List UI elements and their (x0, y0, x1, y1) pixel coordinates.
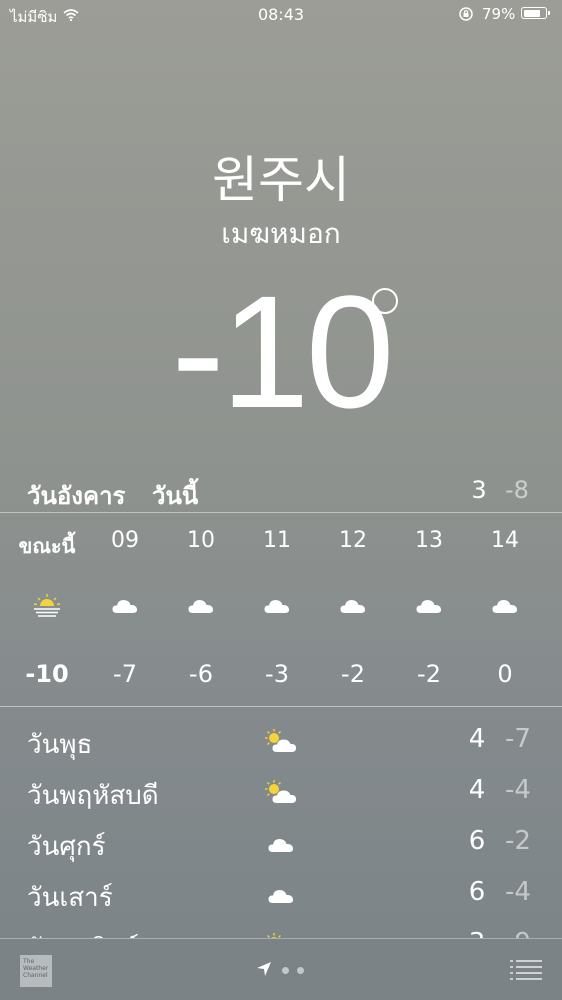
city-list-icon[interactable] (510, 959, 542, 985)
hour-label: 14 (491, 528, 519, 553)
today-low: -8 (505, 476, 529, 504)
hour-label: 13 (415, 528, 443, 553)
battery-icon (521, 7, 550, 19)
hour-temperature: -2 (341, 660, 365, 688)
day-name: วันพุธ (27, 730, 93, 760)
hour-label: 09 (111, 528, 139, 553)
cloud-icon (166, 597, 236, 619)
cloud-icon (267, 836, 295, 858)
weather-channel-logo[interactable]: The Weather Channel (20, 955, 52, 987)
cloud-icon (318, 597, 388, 619)
sunrise-icon (12, 592, 82, 622)
city-name: 원주시 (212, 151, 350, 209)
today-high: 3 (471, 476, 487, 504)
cloud-icon (470, 597, 540, 619)
battery-percent: 79% (482, 5, 516, 23)
cloud-icon (242, 597, 312, 619)
hour-label: ขณะนี้ (18, 534, 76, 558)
hour-label: 11 (263, 528, 291, 553)
partly-sunny-icon (263, 728, 297, 758)
divider (0, 706, 562, 707)
today-day-name: วันอังคาร (27, 482, 126, 510)
day-low: -2 (505, 826, 531, 856)
rotation-lock-icon (458, 6, 474, 26)
day-low: -4 (505, 775, 531, 805)
hour-label: 12 (339, 528, 367, 553)
divider (0, 512, 562, 513)
weather-condition: เมฆหมอก (221, 217, 341, 250)
page-indicator-dot[interactable] (297, 967, 304, 974)
hour-temperature: -7 (113, 660, 137, 688)
cloud-icon (267, 887, 295, 909)
day-name: วันศุกร์ (27, 832, 106, 862)
cloud-icon (394, 597, 464, 619)
clock: 08:43 (257, 5, 305, 24)
location-arrow-icon[interactable] (256, 961, 272, 981)
hour-temperature: -3 (265, 660, 289, 688)
page-indicator-dot[interactable] (282, 967, 289, 974)
today-label: วันนี้ (152, 482, 199, 510)
hour-temperature: -2 (417, 660, 441, 688)
degree-symbol (372, 288, 398, 314)
bottom-toolbar: The Weather Channel (0, 938, 562, 1000)
status-bar: ไม่มีซิม 08:43 79% (0, 0, 562, 30)
day-low: -4 (505, 877, 531, 907)
cloud-icon (90, 597, 160, 619)
hour-temperature: -10 (25, 660, 69, 688)
day-high: 4 (468, 724, 486, 754)
day-high: 6 (468, 826, 486, 856)
temperature-value: -10 (171, 262, 394, 441)
day-name: วันเสาร์ (27, 883, 113, 913)
hour-temperature: -6 (189, 660, 213, 688)
day-low: -7 (505, 724, 531, 754)
hour-temperature: 0 (497, 660, 513, 688)
partly-sunny-icon (263, 779, 297, 809)
day-high: 6 (468, 877, 486, 907)
hour-label: 10 (187, 528, 215, 553)
day-high: 4 (468, 775, 486, 805)
day-name: วันพฤหัสบดี (27, 781, 159, 811)
current-temperature: -10 (0, 272, 562, 432)
